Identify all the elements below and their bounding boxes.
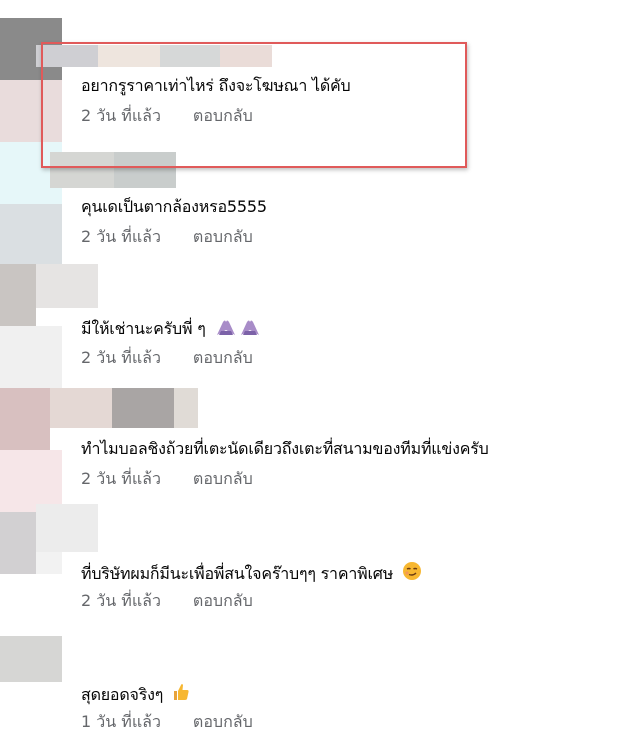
reply-link[interactable]: ตอบกลับ xyxy=(193,227,253,247)
comment-body: ที่บริษัทผมก็มีนะเพื่อพี่สนใจคร๊าบๆๆ ราค… xyxy=(81,564,394,583)
reply-link[interactable]: ตอบกลับ xyxy=(193,469,253,489)
comment-text: มีให้เช่านะครับพี่ ๆ xyxy=(81,318,261,341)
comment-time[interactable]: 2 วัน ที่แล้ว xyxy=(81,348,161,368)
comment-text: ที่บริษัทผมก็มีนะเพื่อพี่สนใจคร๊าบๆๆ ราค… xyxy=(81,561,422,586)
comment-text: สุดยอดจริงๆ xyxy=(81,682,190,707)
comment-time[interactable]: 2 วัน ที่แล้ว xyxy=(81,469,161,489)
reply-link[interactable]: ตอบกลับ xyxy=(193,348,253,368)
comment-time[interactable]: 2 วัน ที่แล้ว xyxy=(81,227,161,247)
avatar-redacted xyxy=(0,326,62,388)
comment-body: ทำไมบอลชิงถ้วยที่เตะนัดเดียวถึงเตะที่สนา… xyxy=(81,439,489,458)
comment-text: คุนเดเป็นตากล้องหรอ5555 xyxy=(81,197,267,217)
comment-body: สุดยอดจริงๆ xyxy=(81,685,164,704)
praying-hands-icon xyxy=(216,320,235,335)
name-redacted xyxy=(36,264,98,308)
comment-meta: 2 วัน ที่แล้ว ตอบกลับ xyxy=(81,469,253,489)
avatar-redacted xyxy=(36,552,62,574)
name-redacted xyxy=(174,388,198,428)
avatar-redacted xyxy=(0,512,36,574)
smirk-face-icon xyxy=(402,561,422,586)
comment-meta: 2 วัน ที่แล้ว ตอบกลับ xyxy=(81,591,253,611)
praying-hands-icon xyxy=(215,318,261,341)
comment-body: มีให้เช่านะครับพี่ ๆ xyxy=(81,319,206,338)
name-redacted xyxy=(36,504,98,552)
comment-time[interactable]: 2 วัน ที่แล้ว xyxy=(81,591,161,611)
avatar-redacted xyxy=(0,450,62,512)
comment-meta: 2 วัน ที่แล้ว ตอบกลับ xyxy=(81,227,253,247)
avatar-redacted xyxy=(0,204,62,264)
comment-meta: 2 วัน ที่แล้ว ตอบกลับ xyxy=(81,348,253,368)
name-redacted xyxy=(50,388,112,428)
highlight-annotation-box xyxy=(41,42,467,168)
comment-text: ทำไมบอลชิงถ้วยที่เตะนัดเดียวถึงเตะที่สนา… xyxy=(81,439,489,459)
reply-link[interactable]: ตอบกลับ xyxy=(193,712,253,732)
avatar-redacted xyxy=(0,636,62,682)
reply-link[interactable]: ตอบกลับ xyxy=(193,591,253,611)
thumbs-up-icon xyxy=(172,682,190,707)
comment-meta: 1 วัน ที่แล้ว ตอบกลับ xyxy=(81,712,253,732)
comment-body: คุนเดเป็นตากล้องหรอ5555 xyxy=(81,197,267,216)
comment-time[interactable]: 1 วัน ที่แล้ว xyxy=(81,712,161,732)
avatar-redacted xyxy=(0,388,50,450)
avatar-redacted xyxy=(0,264,36,326)
name-redacted xyxy=(112,388,174,428)
